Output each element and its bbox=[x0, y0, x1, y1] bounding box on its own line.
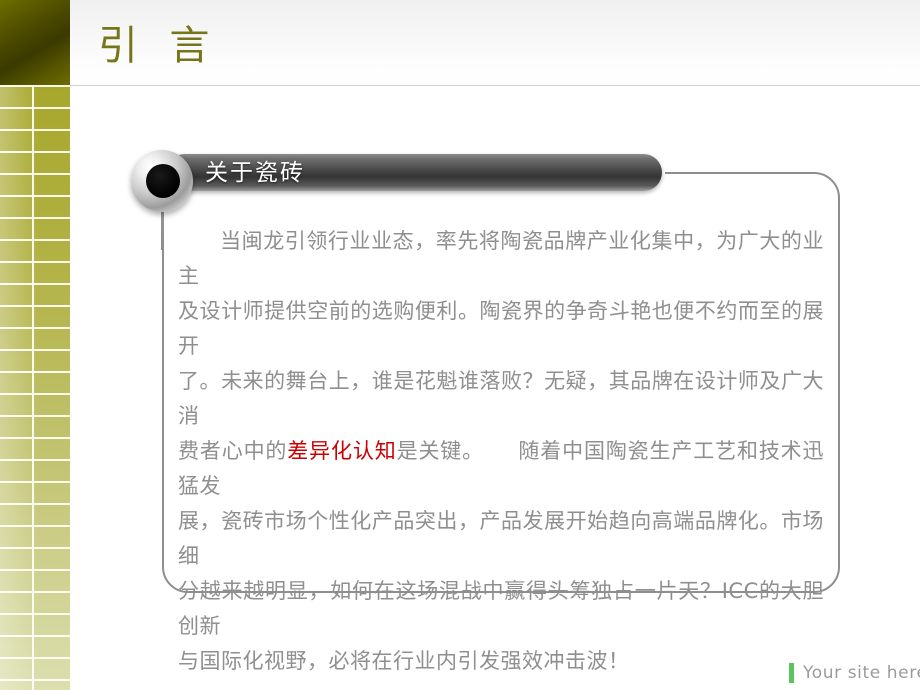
body-line: 及设计师提供空前的选购便利。陶瓷界的争奇斗艳也便不约而至的展开 bbox=[178, 294, 824, 364]
body-text-run: 及设计师提供空前的选购便利。陶瓷界的争奇斗艳也便不约而至的展开 bbox=[178, 299, 824, 358]
sidebar-grid-pattern bbox=[0, 85, 70, 690]
body-text-run: 了。未来的舞台上，谁是花魁谁落败？无疑，其品牌在设计师及广大消 bbox=[178, 369, 824, 428]
body-paragraph: 当闽龙引领行业业态，率先将陶瓷品牌产业化集中，为广大的业主 及设计师提供空前的选购… bbox=[178, 224, 824, 679]
body-line: 费者心中的差异化认知是关键。 随着中国陶瓷生产工艺和技术迅猛发 bbox=[178, 434, 824, 504]
decorative-sidebar bbox=[0, 0, 70, 690]
highlighted-term: 差异化认知 bbox=[287, 439, 397, 463]
body-line: 展，瓷砖市场个性化产品突出，产品发展开始趋向高端品牌化。市场细 bbox=[178, 504, 824, 574]
footer-accent-bar bbox=[789, 663, 794, 683]
body-line: 与国际化视野，必将在行业内引发强效冲击波！ bbox=[178, 644, 824, 679]
body-line: 分越来越明显，如何在这场混战中赢得头筹独占一片天？ICC的大胆创新 bbox=[178, 574, 824, 644]
section-banner-label: 关于瓷砖 bbox=[205, 160, 305, 186]
page-title: 引 言 bbox=[98, 23, 212, 69]
body-text-run: 费者心中的 bbox=[178, 439, 288, 463]
header-divider bbox=[70, 85, 920, 86]
sidebar-top-block bbox=[0, 0, 70, 85]
body-text-run: 是关键。 bbox=[396, 439, 485, 463]
body-text-run: 与国际化视野，必将在行业内引发强效冲击波！ bbox=[178, 649, 630, 673]
body-text-run: 分越来越明显，如何在这场混战中赢得头筹独占一片天？ICC的大胆创新 bbox=[178, 579, 824, 638]
body-text-run: 展，瓷砖市场个性化产品突出，产品发展开始趋向高端品牌化。市场细 bbox=[178, 509, 824, 568]
body-line: 当闽龙引领行业业态，率先将陶瓷品牌产业化集中，为广大的业主 bbox=[178, 224, 824, 294]
body-text-run: 当闽龙引领行业业态，率先将陶瓷品牌产业化集中，为广大的业主 bbox=[178, 229, 824, 288]
bullet-dot-icon bbox=[146, 164, 180, 198]
body-line: 了。未来的舞台上，谁是花魁谁落败？无疑，其品牌在设计师及广大消 bbox=[178, 364, 824, 434]
presentation-slide: 引 言 关于瓷砖 当闽龙引领行业业态，率先将陶瓷品牌产业化集中，为广大的业主 及设… bbox=[0, 0, 920, 690]
sidebar-grid-cells bbox=[0, 85, 70, 690]
footer-label: Your site here bbox=[803, 663, 920, 683]
